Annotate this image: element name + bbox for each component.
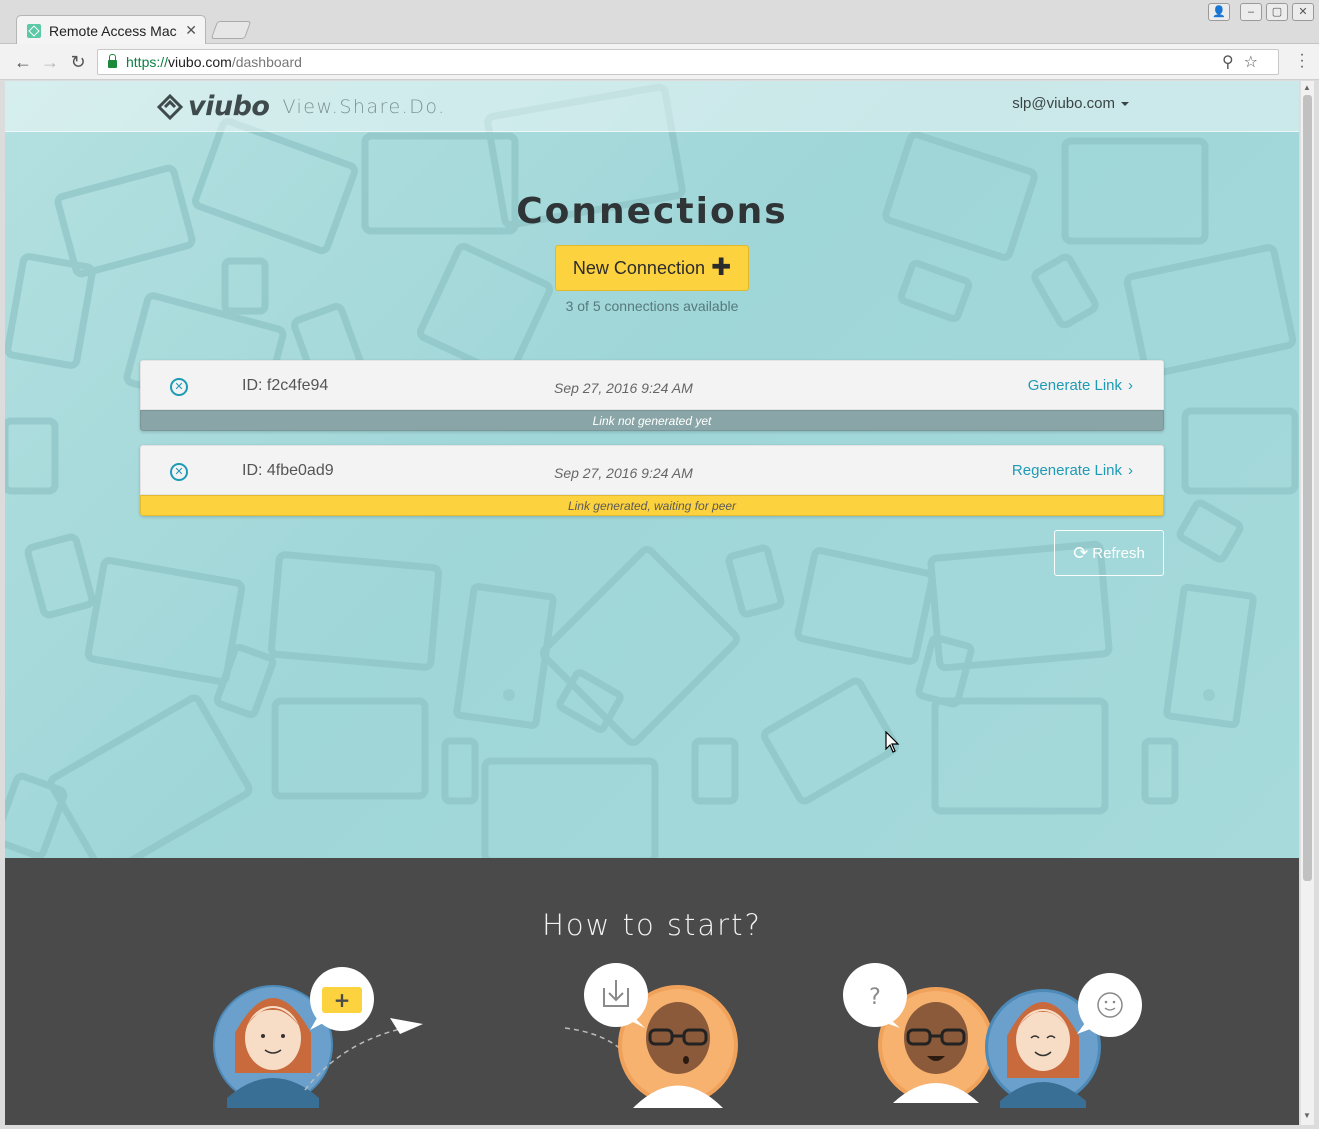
scrollbar-thumb[interactable]	[1303, 95, 1312, 881]
connection-id: ID: 4fbe0ad9	[242, 462, 334, 479]
plus-icon: ✚	[710, 254, 732, 281]
close-circle-icon[interactable]: ✕	[170, 378, 188, 396]
svg-text:+: +	[334, 988, 351, 1012]
how-to-start-section: How to start? + ?	[5, 858, 1299, 1125]
logo[interactable]: viubo View.Share.Do.	[155, 91, 446, 122]
new-connection-label: New Connection	[572, 257, 705, 278]
address-bar[interactable]: https:// viubo.com /dashboard ⚲☆	[97, 49, 1279, 75]
browser-menu-icon[interactable]: · · ·	[1299, 47, 1305, 75]
step-connect-illustration: ?	[843, 963, 1142, 1108]
back-arrow-icon[interactable]: ←	[12, 51, 34, 73]
refresh-button[interactable]: ⟳ Refresh	[1054, 530, 1164, 576]
browser-toolbar: ← → ↻ https:// viubo.com /dashboard ⚲☆ ·…	[0, 44, 1319, 80]
svg-text:?: ?	[869, 985, 881, 1010]
chevron-right-icon: ›	[1128, 462, 1133, 479]
lock-icon	[108, 54, 117, 68]
user-email: slp@viubo.com	[1012, 95, 1115, 112]
link-label: Generate Link	[1027, 377, 1122, 394]
connection-card: ✕ ID: 4fbe0ad9 Sep 27, 2016 9:24 AM Rege…	[140, 445, 1164, 495]
refresh-icon: ⟳	[1073, 542, 1089, 563]
hero-section: viubo View.Share.Do. slp@viubo.com Conne…	[5, 81, 1299, 858]
profile-icon[interactable]: 👤	[1208, 3, 1230, 21]
maximize-button[interactable]: ▢	[1266, 3, 1288, 21]
url-scheme: https://	[126, 54, 169, 70]
caret-down-icon	[1121, 102, 1129, 107]
connection-date: Sep 27, 2016 9:24 AM	[554, 380, 693, 396]
refresh-label: Refresh	[1092, 544, 1145, 562]
regenerate-link-button[interactable]: Regenerate Link ›	[1012, 462, 1133, 479]
status-bar: Link generated, waiting for peer	[140, 495, 1164, 516]
connection-card: ✕ ID: f2c4fe94 Sep 27, 2016 9:24 AM Gene…	[140, 360, 1164, 410]
how-to-illustrations: + ?	[213, 963, 1142, 1108]
browser-titlebar: Remote Access Mac ✕ 👤 – ▢ ✕	[0, 0, 1319, 45]
link-label: Regenerate Link	[1011, 462, 1122, 479]
connection-id: ID: f2c4fe94	[242, 377, 329, 394]
connection-date: Sep 27, 2016 9:24 AM	[554, 465, 693, 481]
bookmark-star-icon[interactable]: ☆	[1244, 54, 1268, 71]
minimize-button[interactable]: –	[1240, 3, 1262, 21]
page-viewport: viubo View.Share.Do. slp@viubo.com Conne…	[5, 81, 1299, 1125]
scroll-down-arrow-icon[interactable]: ▼	[1303, 1111, 1311, 1120]
generate-link-button[interactable]: Generate Link ›	[1028, 377, 1133, 394]
site-header: viubo View.Share.Do. slp@viubo.com	[5, 81, 1299, 132]
availability-text: 3 of 5 connections available	[565, 298, 739, 314]
chevron-right-icon: ›	[1128, 377, 1133, 394]
page-title: Connections	[516, 191, 788, 232]
close-window-button[interactable]: ✕	[1292, 3, 1314, 21]
tab-title: Remote Access Mac	[49, 22, 177, 39]
viubo-logo-icon	[156, 93, 184, 120]
key-icon[interactable]: ⚲	[1222, 54, 1244, 71]
logo-text: viubo	[188, 91, 270, 122]
new-tab-button[interactable]	[210, 21, 252, 39]
new-connection-button[interactable]: New Connection ✚	[555, 245, 749, 291]
mouse-cursor-icon	[885, 731, 900, 753]
tagline: View.Share.Do.	[282, 95, 446, 118]
connection-row: ✕ ID: f2c4fe94 Sep 27, 2016 9:24 AM Gene…	[140, 360, 1164, 431]
close-circle-icon[interactable]: ✕	[170, 463, 188, 481]
browser-tab[interactable]: Remote Access Mac ✕	[16, 15, 206, 45]
scroll-up-arrow-icon[interactable]: ▲	[1303, 83, 1311, 92]
page-scrollbar[interactable]: ▲ ▼	[1300, 81, 1314, 1125]
tab-close-icon[interactable]: ✕	[185, 22, 197, 39]
user-menu[interactable]: slp@viubo.com	[1012, 95, 1129, 112]
status-bar: Link not generated yet	[140, 410, 1164, 431]
url-host: viubo.com	[168, 54, 232, 70]
forward-arrow-icon[interactable]: →	[39, 51, 61, 73]
favicon-icon	[27, 23, 41, 38]
step-download-illustration	[564, 963, 738, 1108]
step-create-illustration: +	[213, 967, 423, 1108]
reload-icon[interactable]: ↻	[67, 51, 89, 73]
connection-row: ✕ ID: 4fbe0ad9 Sep 27, 2016 9:24 AM Rege…	[140, 445, 1164, 516]
url-path: /dashboard	[231, 54, 302, 70]
